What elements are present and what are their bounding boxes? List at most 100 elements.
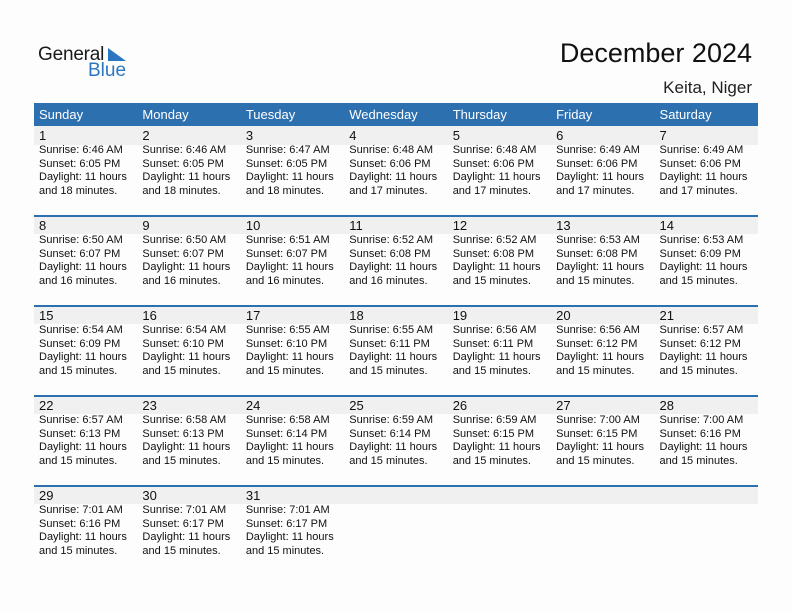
day-cell: 2 Sunrise: 6:46 AM Sunset: 6:05 PM Daylight… xyxy=(137,126,240,198)
daylight-hours: Daylight: 11 hours xyxy=(452,261,541,274)
week-days: 15 Sunrise: 6:54 AM Sunset: 6:09 PM Dayligh… xyxy=(34,305,758,378)
day-cell: 1 Sunrise: 6:46 AM Sunset: 6:05 PM Daylight… xyxy=(34,126,137,198)
daylight-hours: Daylight: 11 hours xyxy=(245,531,334,544)
week-days: 29 Sunrise: 7:01 AM Sunset: 6:16 PM Dayligh… xyxy=(34,485,758,558)
day-cell: 18 Sunrise: 6:55 AM Sunset: 6:11 PM Dayligh… xyxy=(344,305,447,378)
sunset-time: Sunset: 6:14 PM xyxy=(245,427,328,440)
sunrise-time: Sunrise: 6:48 AM xyxy=(349,144,434,156)
logo-text-blue: Blue xyxy=(88,60,127,81)
weekday-header-thursday: Thursday xyxy=(452,107,507,122)
daylight-minutes: and 15 minutes. xyxy=(245,364,325,377)
day-number: 25 xyxy=(349,398,364,413)
daylight-hours: Daylight: 11 hours xyxy=(349,441,438,454)
day-cell: 30 Sunrise: 7:01 AM Sunset: 6:17 PM Dayligh… xyxy=(137,485,240,558)
sunrise-time: Sunrise: 6:58 AM xyxy=(245,414,330,426)
day-number: 28 xyxy=(659,398,674,413)
day-number: 17 xyxy=(245,308,261,323)
daylight-hours: Daylight: 11 hours xyxy=(349,351,438,364)
day-cell: 5 Sunrise: 6:48 AM Sunset: 6:06 PM Daylight… xyxy=(448,126,551,198)
sunrise-time: Sunrise: 7:01 AM xyxy=(142,504,227,516)
day-number: 31 xyxy=(245,488,261,503)
week-row: 1 Sunrise: 6:46 AM Sunset: 6:05 PM Daylight… xyxy=(34,126,758,215)
sunrise-time: Sunrise: 6:49 AM xyxy=(659,144,744,156)
daylight-minutes: and 16 minutes. xyxy=(349,274,428,287)
day-cell: 8 Sunrise: 6:50 AM Sunset: 6:07 PM Daylight… xyxy=(34,215,137,288)
empty-day-cell xyxy=(448,485,551,558)
sunset-time: Sunset: 6:06 PM xyxy=(349,157,431,170)
daylight-hours: Daylight: 11 hours xyxy=(39,171,127,184)
daylight-hours: Daylight: 11 hours xyxy=(556,261,644,274)
daylight-hours: Daylight: 11 hours xyxy=(245,171,334,184)
sunrise-time: Sunrise: 7:00 AM xyxy=(659,414,744,426)
daylight-hours: Daylight: 11 hours xyxy=(142,531,231,544)
sunrise-time: Sunrise: 6:50 AM xyxy=(39,234,123,246)
sunset-time: Sunset: 6:07 PM xyxy=(39,247,121,260)
daylight-minutes: and 17 minutes. xyxy=(659,184,738,197)
daylight-hours: Daylight: 11 hours xyxy=(556,351,644,364)
sunset-time: Sunset: 6:14 PM xyxy=(349,427,431,440)
daylight-hours: Daylight: 11 hours xyxy=(452,171,541,184)
sunrise-time: Sunrise: 6:55 AM xyxy=(349,324,434,336)
week-days: 22 Sunrise: 6:57 AM Sunset: 6:13 PM Dayligh… xyxy=(34,395,758,468)
sunset-time: Sunset: 6:05 PM xyxy=(245,157,328,170)
weeks-container: 1 Sunrise: 6:46 AM Sunset: 6:05 PM Daylight… xyxy=(34,126,758,575)
sunrise-time: Sunrise: 6:47 AM xyxy=(245,144,330,156)
day-number: 4 xyxy=(349,128,357,143)
daylight-hours: Daylight: 11 hours xyxy=(556,171,644,184)
daylight-hours: Daylight: 11 hours xyxy=(349,171,438,184)
daylight-minutes: and 16 minutes. xyxy=(142,274,221,287)
day-cell: 26 Sunrise: 6:59 AM Sunset: 6:15 PM Dayligh… xyxy=(448,395,551,468)
daylight-hours: Daylight: 11 hours xyxy=(39,261,127,274)
sunset-time: Sunset: 6:09 PM xyxy=(39,337,121,350)
sunrise-time: Sunrise: 6:49 AM xyxy=(556,144,640,156)
sunrise-time: Sunrise: 6:46 AM xyxy=(39,144,123,156)
daylight-minutes: and 15 minutes. xyxy=(659,454,738,467)
day-number: 27 xyxy=(556,398,571,413)
daylight-minutes: and 15 minutes. xyxy=(452,274,531,287)
sunset-time: Sunset: 6:11 PM xyxy=(349,337,430,350)
week-row: 15 Sunrise: 6:54 AM Sunset: 6:09 PM Dayligh… xyxy=(34,305,758,395)
day-cell: 9 Sunrise: 6:50 AM Sunset: 6:07 PM Daylight… xyxy=(137,215,240,288)
daylight-minutes: and 15 minutes. xyxy=(245,544,325,557)
sunrise-time: Sunrise: 6:55 AM xyxy=(245,324,330,336)
day-cell: 15 Sunrise: 6:54 AM Sunset: 6:09 PM Dayligh… xyxy=(34,305,137,378)
sunset-time: Sunset: 6:07 PM xyxy=(142,247,224,260)
daylight-minutes: and 16 minutes. xyxy=(39,274,118,287)
sunset-time: Sunset: 6:15 PM xyxy=(452,427,535,440)
day-cell: 31 Sunrise: 7:01 AM Sunset: 6:17 PM Dayligh… xyxy=(241,485,344,558)
sunset-time: Sunset: 6:15 PM xyxy=(556,427,638,440)
daylight-hours: Daylight: 11 hours xyxy=(39,531,127,544)
day-number: 29 xyxy=(39,488,54,503)
daylight-hours: Daylight: 11 hours xyxy=(142,441,231,454)
day-cell: 28 Sunrise: 7:00 AM Sunset: 6:16 PM Dayligh… xyxy=(655,395,758,468)
day-number: 7 xyxy=(659,128,667,143)
day-number: 2 xyxy=(142,128,150,143)
day-number: 18 xyxy=(349,308,364,323)
weekday-header-sunday: Sunday xyxy=(39,107,84,122)
sunrise-time: Sunrise: 6:54 AM xyxy=(39,324,123,336)
day-cell: 11 Sunrise: 6:52 AM Sunset: 6:08 PM Dayligh… xyxy=(344,215,447,288)
daylight-hours: Daylight: 11 hours xyxy=(142,171,231,184)
sunset-time: Sunset: 6:08 PM xyxy=(349,247,431,260)
day-cell: 4 Sunrise: 6:48 AM Sunset: 6:06 PM Daylight… xyxy=(344,126,447,198)
day-cell: 20 Sunrise: 6:56 AM Sunset: 6:12 PM Dayligh… xyxy=(551,305,654,378)
day-cell: 19 Sunrise: 6:56 AM Sunset: 6:11 PM Dayligh… xyxy=(448,305,551,378)
daylight-minutes: and 15 minutes. xyxy=(556,454,635,467)
sunrise-time: Sunrise: 6:52 AM xyxy=(452,234,537,246)
sunset-time: Sunset: 6:12 PM xyxy=(556,337,638,350)
sunset-time: Sunset: 6:08 PM xyxy=(556,247,638,260)
daylight-hours: Daylight: 11 hours xyxy=(659,351,748,364)
sunrise-time: Sunrise: 6:50 AM xyxy=(142,234,227,246)
daylight-minutes: and 15 minutes. xyxy=(39,364,118,377)
sunrise-time: Sunrise: 6:53 AM xyxy=(659,234,744,246)
daylight-hours: Daylight: 11 hours xyxy=(659,171,748,184)
daylight-minutes: and 15 minutes. xyxy=(452,454,531,467)
daylight-hours: Daylight: 11 hours xyxy=(142,351,231,364)
daylight-minutes: and 18 minutes. xyxy=(39,184,118,197)
day-number: 22 xyxy=(39,398,54,413)
empty-day-cell xyxy=(344,485,447,558)
sunrise-time: Sunrise: 7:00 AM xyxy=(556,414,640,426)
day-cell: 17 Sunrise: 6:55 AM Sunset: 6:10 PM Dayligh… xyxy=(241,305,344,378)
sunset-time: Sunset: 6:16 PM xyxy=(659,427,741,440)
sunset-time: Sunset: 6:17 PM xyxy=(245,517,328,530)
